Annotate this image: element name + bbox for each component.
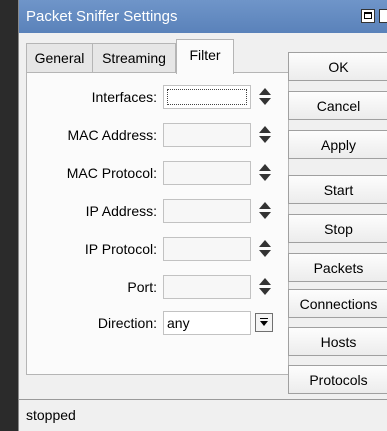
ip-protocol-row: IP Protocol: (27, 237, 290, 261)
updown-arrows-icon[interactable] (259, 278, 271, 296)
mac-protocol-label: MAC Protocol: (66, 165, 157, 181)
filter-panel: Interfaces: MAC Address: MAC Protocol: I… (26, 72, 289, 375)
port-row: Port: (27, 275, 290, 299)
start-button[interactable]: Start (288, 175, 387, 204)
interfaces-row: Interfaces: (27, 85, 290, 109)
connections-button[interactable]: Connections (288, 289, 387, 318)
mac-address-label: MAC Address: (67, 127, 157, 143)
packets-button[interactable]: Packets (288, 253, 387, 282)
mac-address-input[interactable] (163, 123, 251, 147)
tab-streaming[interactable]: Streaming (92, 43, 176, 72)
window-title: Packet Sniffer Settings (26, 8, 178, 25)
dropdown-arrow-icon[interactable] (255, 313, 273, 332)
direction-select[interactable]: any (163, 311, 251, 335)
mac-protocol-input[interactable] (163, 161, 251, 185)
maximize-icon[interactable] (361, 9, 375, 23)
direction-label: Direction: (97, 315, 157, 331)
stop-button[interactable]: Stop (288, 214, 387, 243)
background-strip (0, 0, 18, 431)
ip-address-label: IP Address: (85, 203, 157, 219)
tab-filter[interactable]: Filter (176, 39, 234, 74)
ip-address-input[interactable] (163, 199, 251, 223)
updown-arrows-icon[interactable] (259, 240, 271, 258)
updown-arrows-icon[interactable] (259, 88, 271, 106)
direction-row: Direction: any (27, 311, 290, 335)
updown-arrows-icon[interactable] (259, 164, 271, 182)
protocols-button[interactable]: Protocols (288, 365, 387, 394)
updown-arrows-icon[interactable] (259, 126, 271, 144)
updown-arrows-icon[interactable] (259, 202, 271, 220)
ip-address-row: IP Address: (27, 199, 290, 223)
cancel-button[interactable]: Cancel (288, 91, 387, 120)
title-bar[interactable]: Packet Sniffer Settings (19, 0, 387, 33)
mac-protocol-row: MAC Protocol: (27, 161, 290, 185)
close-icon[interactable] (379, 9, 387, 23)
port-label: Port: (127, 279, 157, 295)
settings-window: Packet Sniffer Settings General Streamin… (18, 0, 387, 431)
mac-address-row: MAC Address: (27, 123, 290, 147)
status-text: stopped (26, 407, 76, 423)
ip-protocol-label: IP Protocol: (84, 241, 157, 257)
status-bar: stopped (19, 399, 387, 431)
ok-button[interactable]: OK (288, 52, 387, 81)
interfaces-input[interactable] (163, 85, 251, 109)
apply-button[interactable]: Apply (288, 130, 387, 159)
port-input[interactable] (163, 275, 251, 299)
ip-protocol-input[interactable] (163, 237, 251, 261)
interfaces-label: Interfaces: (91, 89, 157, 105)
hosts-button[interactable]: Hosts (288, 327, 387, 356)
tab-general[interactable]: General (26, 43, 93, 72)
